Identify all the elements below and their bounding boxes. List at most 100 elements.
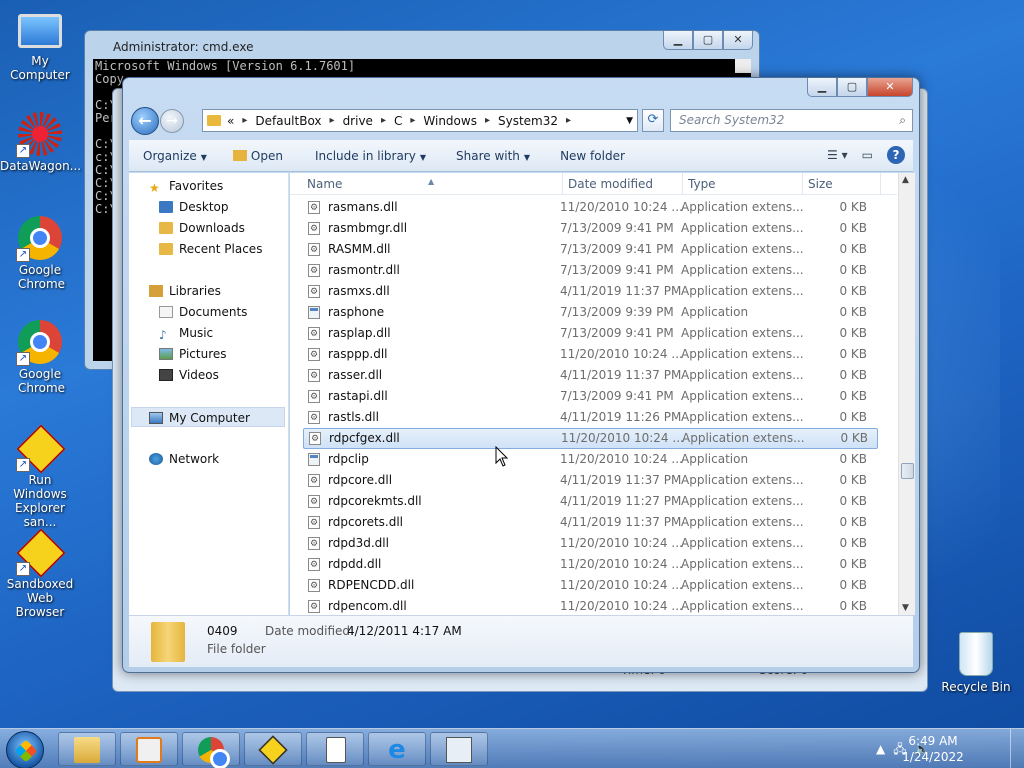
file-name: rasmans.dll <box>328 200 398 214</box>
table-row[interactable]: rastapi.dll 7/13/2009 9:41 PM Application … <box>290 386 878 408</box>
new-folder-button[interactable]: New folder <box>540 149 635 163</box>
nav-downloads[interactable]: Downloads <box>159 218 245 238</box>
table-row[interactable]: rdpcorekmts.dll 4/11/2019 11:27 PMApplica… <box>290 491 878 513</box>
column-name[interactable]: Name <box>307 177 342 191</box>
nav-desktop[interactable]: Desktop <box>159 197 229 217</box>
explorer-window[interactable]: ▁ ▢ ✕ ← → « ▸ DefaultBox ▸ drive ▸ C ▸ W… <box>122 77 920 673</box>
mouse-cursor-icon <box>495 445 509 468</box>
table-row[interactable]: rdpencom.dll 11/20/2010 10:24 ...Applicat… <box>290 596 878 615</box>
column-type[interactable]: Type <box>688 177 716 191</box>
desktop-icon-my-computer[interactable]: My Computer <box>0 10 80 82</box>
refresh-button[interactable]: ⟳ <box>642 109 664 132</box>
nav-pictures[interactable]: Pictures <box>159 344 227 364</box>
address-bar[interactable]: « ▸ DefaultBox ▸ drive ▸ C ▸ Windows ▸ S… <box>202 109 638 132</box>
table-row-selected[interactable]: rdpcfgex.dll 11/20/2010 10:24 ...Applicat… <box>303 428 878 450</box>
taskbar-internet-explorer[interactable]: e <box>368 732 426 766</box>
forward-button[interactable]: → <box>160 109 184 133</box>
taskbar-sandboxie[interactable] <box>244 732 302 766</box>
taskbar-chrome[interactable] <box>182 732 240 768</box>
chrome-icon <box>198 737 230 768</box>
include-in-library-button[interactable]: Include in library ▼ <box>293 149 436 163</box>
file-date-modified: 11/20/2010 10:24 ... <box>560 452 683 466</box>
nav-libraries[interactable]: Libraries <box>149 281 221 301</box>
table-row[interactable]: rasphone 7/13/2009 9:39 PM Application 0 KB <box>290 302 878 323</box>
maximize-button[interactable]: ▢ <box>837 78 867 97</box>
clock-time[interactable]: 6:49 AM <box>898 734 968 748</box>
table-row[interactable]: RDPENCDD.dll 11/20/2010 10:24 ...Applicat… <box>290 575 878 597</box>
table-row[interactable]: rasplap.dll 7/13/2009 9:41 PM Application … <box>290 323 878 345</box>
taskbar-media-player[interactable] <box>120 732 178 766</box>
breadcrumb-c[interactable]: C <box>394 114 402 128</box>
vertical-scrollbar[interactable]: ▲ ▼ <box>898 173 915 615</box>
scroll-down-icon[interactable]: ▼ <box>902 603 909 613</box>
desktop-icon-run-explorer-sandboxed[interactable]: ↗ Run Windows Explorer san... <box>0 424 80 529</box>
table-row[interactable]: rdpclip 11/20/2010 10:24 ... Application 0 … <box>290 449 878 470</box>
table-row[interactable]: rasmxs.dll 4/11/2019 11:37 PMApplication … <box>290 281 878 303</box>
file-name: RDPENCDD.dll <box>328 578 415 592</box>
desktop-icon-datawagon[interactable]: ↗ DataWagon... <box>0 112 81 173</box>
table-row[interactable]: rasmans.dll 11/20/2010 10:24 ...Applicati… <box>290 197 878 219</box>
column-size[interactable]: Size <box>808 177 833 191</box>
help-icon[interactable]: ? <box>887 146 905 164</box>
table-row[interactable]: rasmbmgr.dll 7/13/2009 9:41 PM Application… <box>290 218 878 240</box>
table-row[interactable]: rasppp.dll 11/20/2010 10:24 ...Applicatio… <box>290 344 878 366</box>
nav-favorites[interactable]: ★ Favorites <box>149 176 223 196</box>
table-row[interactable]: rdpdd.dll 11/20/2010 10:24 ...Application… <box>290 554 878 576</box>
scroll-up-icon[interactable]: ▲ <box>902 175 909 185</box>
table-row[interactable]: rasmontr.dll 7/13/2009 9:41 PM Application… <box>290 260 878 282</box>
file-size: 0 KB <box>839 347 867 361</box>
table-row[interactable]: rdpcore.dll 4/11/2019 11:37 PMApplication… <box>290 470 878 492</box>
close-button[interactable]: ✕ <box>723 31 753 50</box>
search-icon[interactable]: ⌕ <box>899 113 906 128</box>
nav-my-computer[interactable]: My Computer <box>131 407 285 427</box>
breadcrumb-drive[interactable]: drive <box>343 114 373 128</box>
nav-videos[interactable]: Videos <box>159 365 219 385</box>
nav-network[interactable]: Network <box>149 449 219 469</box>
sort-arrow-icon: ▲ <box>428 177 435 186</box>
nav-music[interactable]: ♪ Music <box>159 323 213 343</box>
desktop-icon-chrome-1[interactable]: ↗ Google Chrome <box>0 216 80 291</box>
organize-button[interactable]: Organize ▼ <box>129 149 217 163</box>
file-name: rastapi.dll <box>328 389 388 403</box>
show-hidden-icons-icon[interactable]: ▲ <box>876 742 893 756</box>
desktop-icon-sandboxed-browser[interactable]: ↗ Sandboxed Web Browser <box>0 528 80 619</box>
back-button[interactable]: ← <box>131 107 159 135</box>
file-name: rasppp.dll <box>328 347 388 361</box>
breadcrumb-system32[interactable]: System32 <box>498 114 558 128</box>
taskbar-explorer[interactable] <box>58 732 116 766</box>
minimize-button[interactable]: ▁ <box>663 31 693 50</box>
breadcrumb-defaultbox[interactable]: DefaultBox <box>255 114 321 128</box>
nav-documents[interactable]: Documents <box>159 302 247 322</box>
table-row[interactable]: rdpcorets.dll 4/11/2019 11:37 PMApplicati… <box>290 512 878 534</box>
desktop-icon-recycle-bin[interactable]: Recycle Bin <box>936 632 1016 694</box>
scroll-up-arrow[interactable] <box>735 59 751 73</box>
taskbar-solitaire[interactable] <box>306 732 364 766</box>
search-input[interactable]: Search System32 ⌕ <box>670 109 913 132</box>
table-row[interactable]: rasser.dll 4/11/2019 11:37 PMApplication … <box>290 365 878 387</box>
maximize-button[interactable]: ▢ <box>693 31 723 50</box>
preview-pane-icon[interactable]: ▭ <box>862 148 873 162</box>
open-button[interactable]: Open <box>217 149 293 163</box>
clock-date[interactable]: 1/24/2022 <box>898 750 968 764</box>
breadcrumb-windows[interactable]: Windows <box>423 114 477 128</box>
desktop-icon-chrome-2[interactable]: ↗ Google Chrome <box>0 320 80 395</box>
nav-recent-places[interactable]: Recent Places <box>159 239 262 259</box>
breadcrumb-overflow[interactable]: « <box>227 114 234 128</box>
column-date-modified[interactable]: Date modified <box>568 177 653 191</box>
view-options-icon[interactable]: ☰ ▾ <box>827 148 848 162</box>
show-desktop-button[interactable] <box>1010 729 1024 768</box>
cmd-caption-buttons: ▁ ▢ ✕ <box>663 31 753 50</box>
file-name: rasmontr.dll <box>328 263 400 277</box>
start-button[interactable] <box>6 731 44 768</box>
address-dropdown-icon[interactable]: ▼ <box>626 116 633 126</box>
minimize-button[interactable]: ▁ <box>807 78 837 97</box>
table-row[interactable]: RASMM.dll 7/13/2009 9:41 PM Application ex… <box>290 239 878 261</box>
table-row[interactable]: rdpd3d.dll 11/20/2010 10:24 ...Applicatio… <box>290 533 878 555</box>
taskbar-cmd[interactable] <box>430 732 488 766</box>
scrollbar-thumb[interactable] <box>901 463 914 479</box>
cmd-icon <box>446 737 472 763</box>
share-with-button[interactable]: Share with ▼ <box>436 149 540 163</box>
file-type: Application extens... <box>681 389 804 403</box>
close-button[interactable]: ✕ <box>867 78 913 97</box>
table-row[interactable]: rastls.dll 4/11/2019 11:26 PMApplication … <box>290 407 878 429</box>
